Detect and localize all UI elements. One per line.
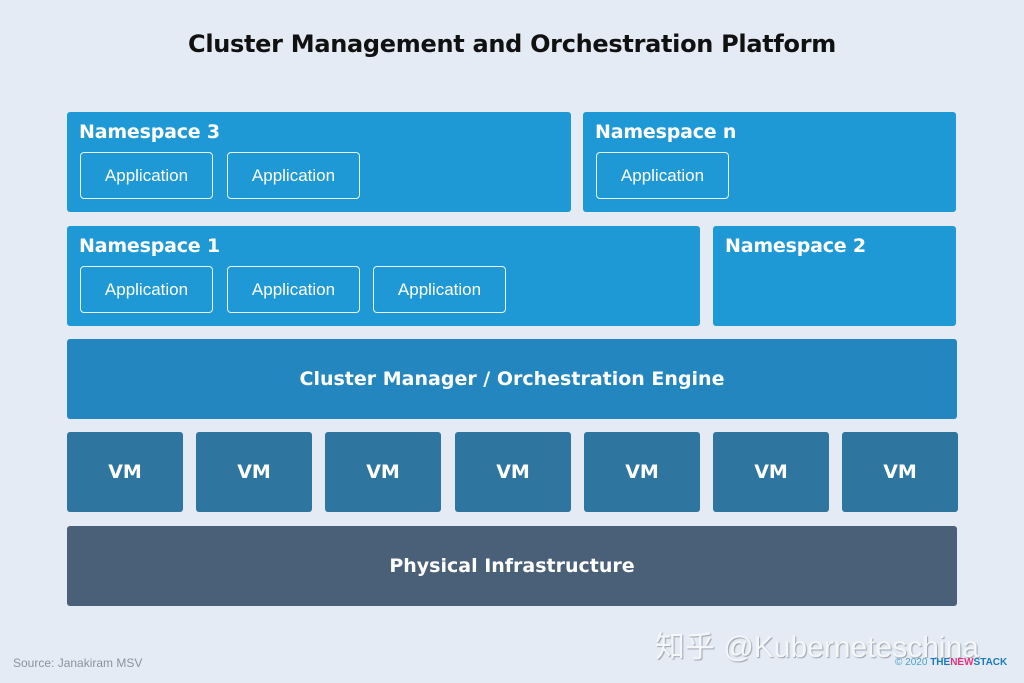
physical-infrastructure-box: Physical Infrastructure <box>67 526 957 606</box>
vm-box: VM <box>196 432 312 512</box>
brand-logo: © 2020 THENEWSTACK <box>895 657 1007 668</box>
diagram-title: Cluster Management and Orchestration Pla… <box>188 30 836 58</box>
brand-new: NEW <box>950 657 974 668</box>
source-caption: Source: Janakiram MSV <box>13 656 143 670</box>
vm-box: VM <box>842 432 958 512</box>
vm-box: VM <box>455 432 571 512</box>
application-box: Application <box>373 266 506 313</box>
brand-the: THE <box>930 657 951 668</box>
vm-box: VM <box>713 432 829 512</box>
copyright-text: © 2020 <box>895 657 928 668</box>
namespace-2-box: Namespace 2 <box>713 226 956 326</box>
namespace-label: Namespace 1 <box>79 235 220 257</box>
vm-box: VM <box>67 432 183 512</box>
namespace-3-box: Namespace 3 Application Application <box>67 112 571 212</box>
namespace-label: Namespace 3 <box>79 121 220 143</box>
namespace-n-box: Namespace n Application <box>583 112 956 212</box>
application-box: Application <box>80 152 213 199</box>
namespace-label: Namespace 2 <box>725 235 866 257</box>
orchestration-engine-box: Cluster Manager / Orchestration Engine <box>67 339 957 419</box>
application-box: Application <box>80 266 213 313</box>
application-box: Application <box>227 266 360 313</box>
namespace-label: Namespace n <box>595 121 737 143</box>
application-box: Application <box>596 152 729 199</box>
application-box: Application <box>227 152 360 199</box>
vm-box: VM <box>584 432 700 512</box>
brand-stack: STACK <box>973 657 1008 668</box>
vm-box: VM <box>325 432 441 512</box>
namespace-1-box: Namespace 1 Application Application Appl… <box>67 226 700 326</box>
